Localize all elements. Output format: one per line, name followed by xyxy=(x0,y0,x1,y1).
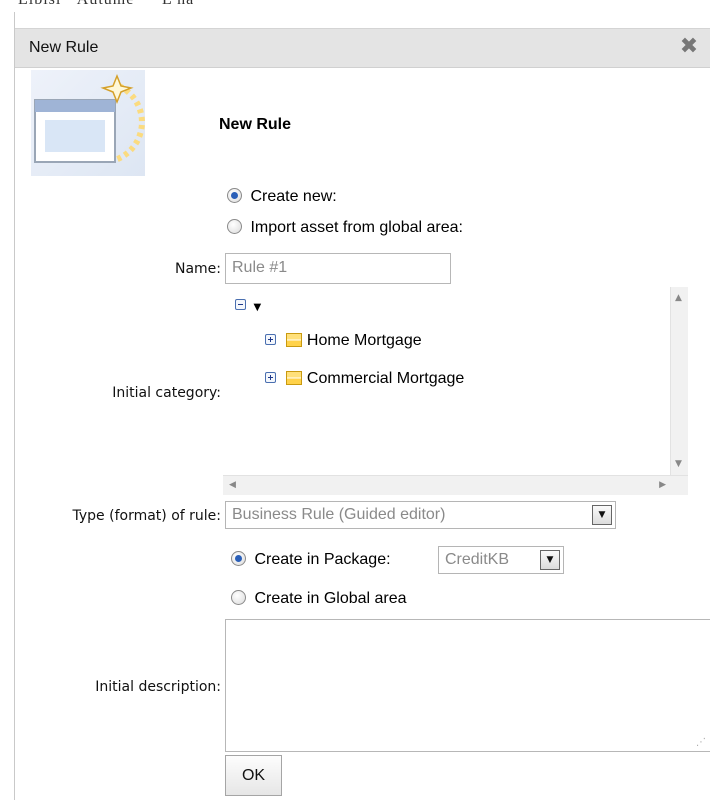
tree-item-label: Home Mortgage xyxy=(306,332,422,349)
package-value: CreditKB xyxy=(445,551,510,568)
create-in-package-radio[interactable] xyxy=(231,551,246,566)
dialog-title: New Rule xyxy=(29,39,99,56)
create-new-radio[interactable] xyxy=(227,188,242,203)
expand-icon[interactable] xyxy=(265,334,276,345)
tree-item-label: Commercial Mortgage xyxy=(306,370,465,387)
name-label: Name: xyxy=(174,261,221,277)
scroll-right-arrow-icon[interactable]: ▶ xyxy=(659,480,666,490)
collapse-icon[interactable] xyxy=(235,299,246,310)
rule-type-value: Business Rule (Guided editor) xyxy=(232,506,446,523)
import-global-option[interactable]: Import asset from global area: xyxy=(227,219,463,237)
scroll-down-arrow-icon[interactable]: ▼ xyxy=(675,459,682,469)
background-window-strip: Libisi · Autume · · L ha xyxy=(0,0,710,12)
category-icon xyxy=(286,333,303,347)
rule-type-select[interactable]: Business Rule (Guided editor) ▼ xyxy=(225,501,616,529)
initial-category-label: Initial category: xyxy=(112,385,221,401)
background-text-fragment: Libisi · Autume · · L ha xyxy=(18,0,194,9)
create-in-package-option[interactable]: Create in Package: xyxy=(231,551,391,569)
tree-item-commercial-mortgage[interactable]: Commercial Mortgage xyxy=(265,370,464,388)
import-global-radio[interactable] xyxy=(227,219,242,234)
dialog-titlebar[interactable]: New Rule ✖ xyxy=(15,28,710,68)
tree-horizontal-scrollbar[interactable]: ◀ ▶ xyxy=(223,475,688,495)
new-rule-dialog: New Rule ✖ New Rule Create new: Import a… xyxy=(14,12,710,800)
initial-description-textarea[interactable]: ⋰ xyxy=(225,619,710,752)
rule-type-label: Type (format) of rule: xyxy=(72,508,221,524)
close-icon[interactable]: ✖ xyxy=(677,35,701,59)
dropdown-arrow-icon[interactable]: ▼ xyxy=(540,550,560,570)
caret-down-icon: ▼ xyxy=(253,302,262,313)
tree-item-home-mortgage[interactable]: Home Mortgage xyxy=(265,332,422,350)
create-new-option[interactable]: Create new: xyxy=(227,188,337,206)
dropdown-arrow-icon[interactable]: ▼ xyxy=(592,505,612,525)
scroll-left-arrow-icon[interactable]: ◀ xyxy=(229,480,236,490)
tree-vertical-scrollbar[interactable]: ▲ ▼ xyxy=(670,287,688,475)
expand-icon[interactable] xyxy=(265,372,276,383)
create-in-global-label: Create in Global area xyxy=(254,590,407,607)
resize-grip-icon[interactable]: ⋰ xyxy=(696,737,706,748)
initial-description-label: Initial description: xyxy=(95,679,221,695)
new-rule-wizard-icon xyxy=(31,70,145,176)
category-tree[interactable]: ▼ Home Mortgage Commercial Mortgage ▲ ▼ … xyxy=(223,287,688,495)
category-icon xyxy=(286,371,303,385)
window-sparkle-icon xyxy=(34,73,145,163)
create-in-package-label: Create in Package: xyxy=(254,551,391,568)
dialog-heading: New Rule xyxy=(219,116,292,133)
import-global-label: Import asset from global area: xyxy=(250,219,463,236)
ok-button[interactable]: OK xyxy=(225,755,282,796)
create-new-label: Create new: xyxy=(250,188,337,205)
scroll-up-arrow-icon[interactable]: ▲ xyxy=(675,293,682,303)
create-in-global-radio[interactable] xyxy=(231,590,246,605)
name-input[interactable]: Rule #1 xyxy=(225,253,451,284)
create-in-global-option[interactable]: Create in Global area xyxy=(231,590,407,608)
tree-root[interactable]: ▼ xyxy=(235,297,261,315)
package-select[interactable]: CreditKB ▼ xyxy=(438,546,564,574)
